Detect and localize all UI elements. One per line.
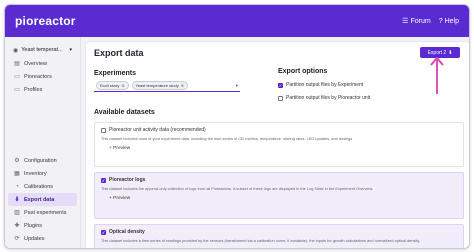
forum-icon: ☰ (402, 18, 409, 25)
inventory-icon: ▦ (14, 171, 20, 177)
sidebar-item-label: Pioreactors (24, 73, 52, 80)
sidebar-item-overview[interactable]: ▤ Overview (8, 57, 77, 70)
dataset-title: Optical density (109, 229, 145, 235)
checkbox[interactable] (278, 95, 283, 101)
sidebar-item-label: Export data (24, 196, 55, 203)
checkbox[interactable]: ✓ (101, 229, 106, 235)
sidebar: ◉ Yeast temperat... ▾ ▤ Overview ▭ Pioreact… (5, 37, 81, 248)
option-label: Partition output files by Experiment (286, 82, 364, 88)
main-panel: Export data Export 2 ⬇ Experiments Ecoli… (85, 41, 469, 248)
updates-icon: ⟳ (14, 236, 20, 242)
top-bar: pioreactor ☰ Forum ? Help (5, 5, 469, 37)
top-nav: ☰ Forum ? Help (402, 17, 459, 26)
chevron-down-icon: ▾ (69, 47, 72, 53)
export-icon: ⬇ (14, 197, 20, 203)
chevron-down-icon[interactable]: ▾ (236, 83, 240, 89)
dataset-description: This dataset includes the append-only co… (101, 186, 374, 191)
gear-icon: ⚙ (14, 158, 20, 164)
preview-toggle[interactable]: + Preview (109, 146, 457, 151)
calibrations-icon: ◔ (15, 183, 19, 190)
sidebar-item-label: Overview (24, 60, 47, 67)
checkbox[interactable] (101, 127, 106, 133)
sidebar-item-calibrations[interactable]: ◔ Calibrations (8, 180, 77, 193)
help-icon: ? (438, 17, 443, 25)
page-title: Export data (94, 48, 144, 58)
profiles-icon: ▭ (14, 87, 20, 93)
option-label: Partition output files by Pioreactor uni… (286, 95, 371, 101)
chip-label: Ecoli study (100, 83, 120, 88)
sidebar-item-label: Configuration (24, 157, 57, 164)
sidebar-item-export-data[interactable]: ⬇ Export data (8, 193, 77, 206)
close-icon[interactable]: ⊗ (181, 83, 184, 88)
close-icon[interactable]: ⊗ (121, 83, 124, 88)
experiment-selector-label: Yeast temperat... (21, 47, 63, 53)
experiments-select[interactable]: Ecoli study ⊗ Yeast temperature study ⊗ … (94, 80, 240, 92)
sidebar-item-updates[interactable]: ⟳ Updates (8, 232, 77, 245)
checkbox[interactable]: ✓ (101, 177, 106, 183)
dataset-card-od[interactable]: ✓ Optical density This dataset includes … (94, 224, 464, 248)
dataset-description: This dataset includes most of your exper… (101, 136, 353, 141)
export-options-heading: Export options (278, 68, 328, 75)
sidebar-item-label: Updates (24, 235, 45, 242)
sidebar-item-plugins[interactable]: ✚ Plugins (8, 219, 77, 232)
forum-label: Forum (410, 17, 431, 25)
experiments-heading: Experiments (94, 70, 137, 77)
preview-toggle[interactable]: + Preview (109, 196, 457, 201)
partition-by-unit-option[interactable]: Partition output files by Pioreactor uni… (278, 95, 370, 101)
help-link[interactable]: ? Help (439, 18, 459, 25)
help-label: Help (444, 17, 459, 25)
dataset-card-logs[interactable]: ✓ Pioreactor logs This dataset includes … (94, 172, 464, 219)
sidebar-item-label: Past experiments (24, 209, 67, 216)
chip-label: Yeast temperature study (135, 83, 179, 88)
overview-icon: ▤ (14, 61, 20, 67)
preview-label: Preview (113, 146, 131, 152)
sidebar-item-pioreactors[interactable]: ▭ Pioreactors (8, 70, 77, 83)
pioreactor-icon: ▭ (14, 74, 20, 80)
checkbox[interactable]: ✓ (278, 82, 283, 88)
experiment-chip[interactable]: Yeast temperature study ⊗ (131, 81, 188, 90)
sidebar-item-profiles[interactable]: ▭ Profiles (8, 83, 77, 96)
sidebar-item-label: Profiles (24, 86, 43, 93)
sidebar-item-label: Calibrations (24, 183, 54, 190)
datasets-heading: Available datasets (94, 109, 155, 116)
experiment-chip[interactable]: Ecoli study ⊗ (96, 81, 129, 90)
experiment-icon: ◉ (13, 47, 19, 54)
experiment-selector[interactable]: ◉ Yeast temperat... ▾ (5, 43, 80, 57)
partition-by-experiment-option[interactable]: ✓ Partition output files by Experiment (278, 82, 363, 88)
dataset-title: Pioreactor logs (109, 177, 146, 183)
plugin-icon: ✚ (14, 223, 20, 229)
annotation-arrow (430, 57, 444, 94)
forum-link[interactable]: ☰ Forum (402, 17, 431, 26)
folder-icon: ▥ (14, 210, 20, 216)
dataset-card-activity[interactable]: Pioreactor unit activity data (recommend… (94, 122, 464, 167)
dataset-title: Pioreactor unit activity data (recommend… (109, 127, 206, 133)
sidebar-item-past-experiments[interactable]: ▥ Past experiments (8, 206, 77, 219)
app-logo[interactable]: pioreactor (15, 14, 76, 28)
sidebar-item-label: Plugins (24, 222, 43, 229)
app-window: pioreactor ☰ Forum ? Help ◉ Yeast temper… (4, 4, 470, 249)
sidebar-item-label: Inventory (24, 170, 47, 177)
sidebar-item-inventory[interactable]: ▦ Inventory (8, 167, 77, 180)
dataset-description: This dataset includes a time series of r… (101, 238, 421, 243)
download-icon: ⬇ (448, 49, 453, 56)
sidebar-item-configuration[interactable]: ⚙ Configuration (8, 154, 77, 167)
preview-label: Preview (113, 196, 131, 202)
